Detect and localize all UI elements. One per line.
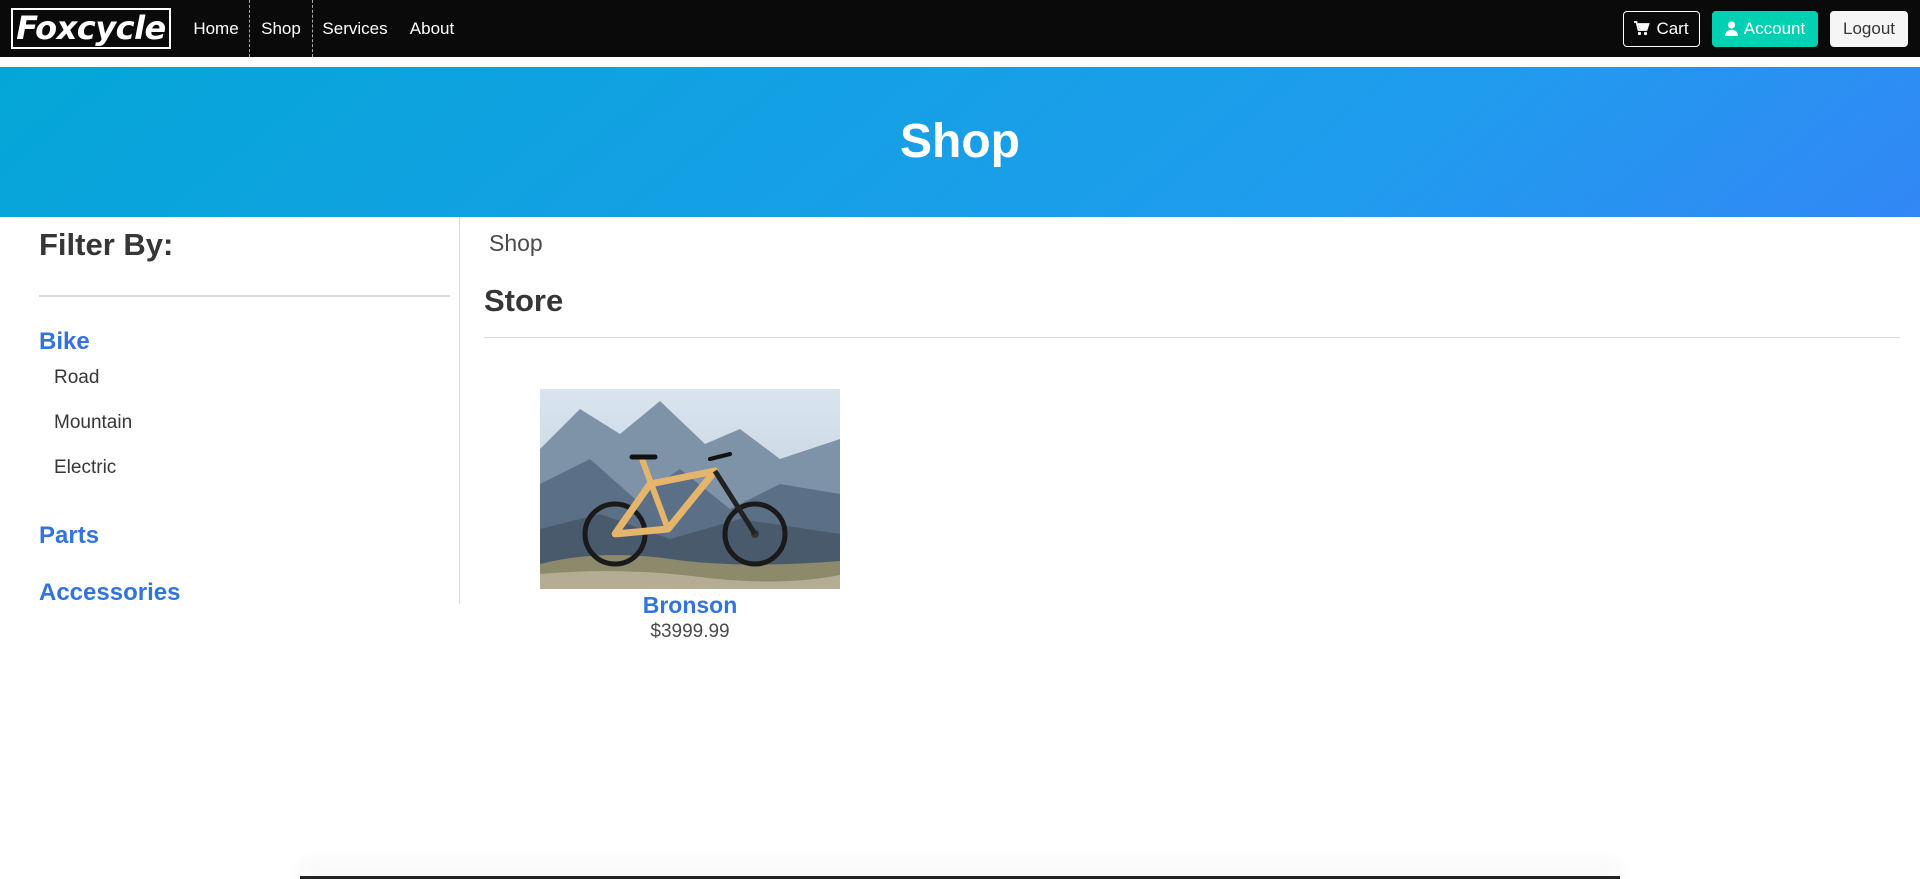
cart-label: Cart — [1656, 19, 1689, 38]
store-divider — [484, 337, 1900, 338]
page-title: Store — [484, 283, 564, 318]
hero-banner: Shop — [0, 67, 1920, 217]
cart-button[interactable]: Cart — [1623, 11, 1700, 47]
filter-divider — [39, 295, 450, 297]
filter-subcategory-road[interactable]: Road — [54, 367, 99, 389]
brand-logo[interactable]: Foxcycle — [11, 8, 171, 49]
breadcrumb[interactable]: Shop — [489, 230, 543, 257]
filter-category-accessories[interactable]: Accessories — [39, 579, 180, 607]
filter-title: Filter By: — [39, 227, 174, 262]
account-button[interactable]: Account — [1712, 11, 1818, 47]
logout-button[interactable]: Logout — [1830, 11, 1908, 47]
top-navbar: Foxcycle Home Shop Services About Cart A… — [0, 0, 1920, 57]
filter-subcategory-electric[interactable]: Electric — [54, 457, 116, 479]
product-image[interactable] — [540, 389, 840, 589]
product-card[interactable]: Bronson $3999.99 — [540, 389, 840, 643]
account-label: Account — [1743, 19, 1806, 38]
filter-category-bike[interactable]: Bike — [39, 328, 90, 356]
filter-subcategory-mountain[interactable]: Mountain — [54, 412, 132, 434]
hero-title: Shop — [900, 115, 1020, 168]
product-price: $3999.99 — [650, 621, 730, 642]
nav-link-services[interactable]: Services — [313, 0, 397, 57]
nav-link-home[interactable]: Home — [183, 0, 249, 57]
product-name[interactable]: Bronson — [540, 592, 840, 619]
nav-link-shop[interactable]: Shop — [249, 0, 313, 57]
cart-icon — [1634, 14, 1651, 48]
filter-category-parts[interactable]: Parts — [39, 522, 99, 550]
nav-link-about[interactable]: About — [397, 0, 467, 57]
user-icon — [1724, 14, 1738, 48]
filter-sidebar: Filter By: Bike Road Mountain Electric P… — [0, 217, 460, 607]
